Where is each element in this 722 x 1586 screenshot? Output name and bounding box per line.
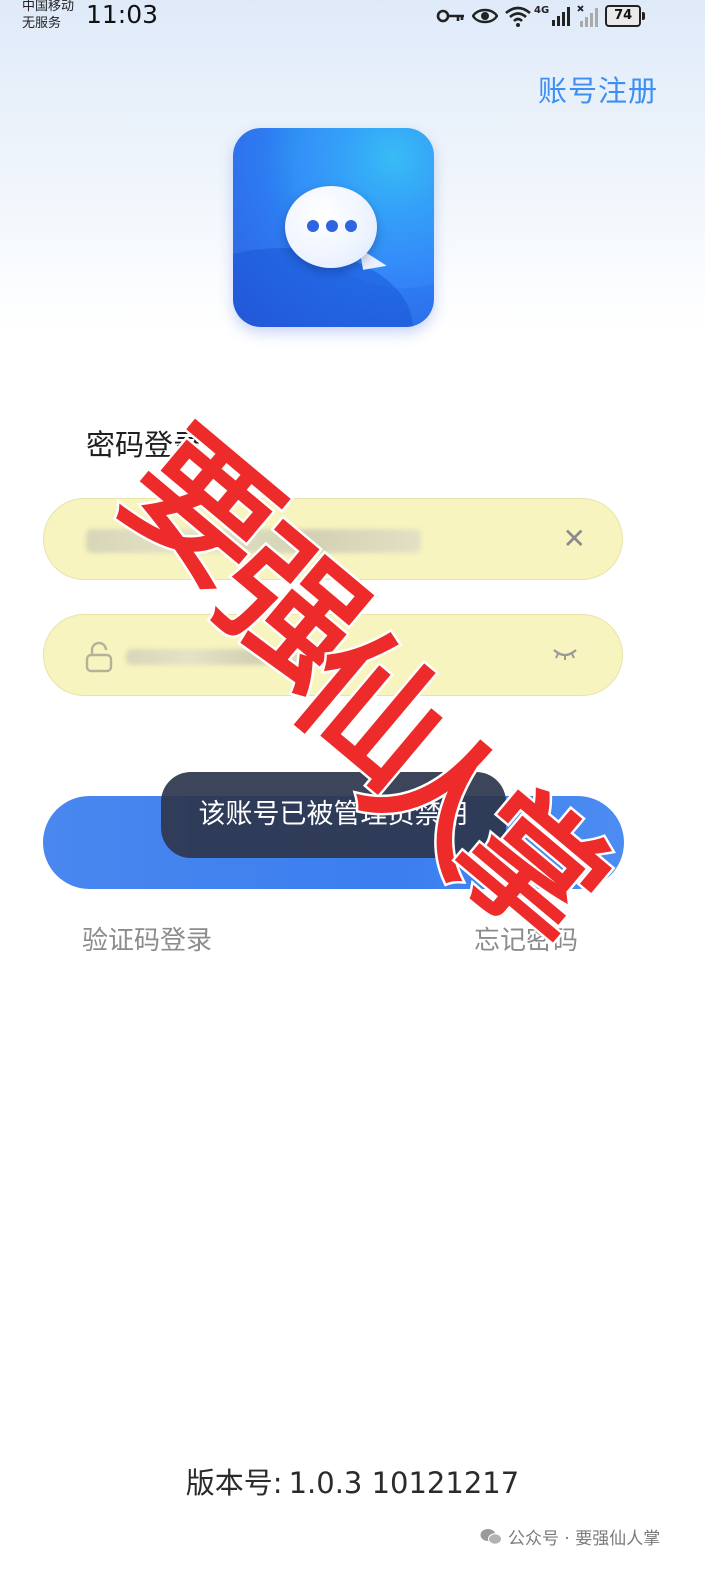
version-info: 版本号: 1.0.3 10121217: [0, 1460, 705, 1502]
status-bar: 中国移动 无服务 11:03 4G 74: [0, 0, 705, 40]
register-link[interactable]: 账号注册: [538, 68, 658, 110]
app-logo: [233, 128, 434, 327]
service-status: 无服务: [22, 16, 62, 31]
lock-icon: [85, 641, 113, 673]
wechat-credit: 公众号 · 要强仙人掌: [480, 1524, 660, 1549]
key-icon: [436, 9, 464, 23]
network-type: 4G: [534, 4, 550, 16]
version-number: 1.0.3 10121217: [288, 1466, 520, 1500]
sms-code-login-link[interactable]: 验证码登录: [82, 920, 212, 957]
status-time: 11:03: [86, 0, 159, 29]
wechat-icon: [480, 1528, 502, 1545]
signal-icon: [577, 5, 599, 27]
clear-icon[interactable]: ✕: [563, 521, 586, 557]
battery-icon: 74: [605, 5, 646, 27]
carrier-info: 中国移动 无服务: [22, 0, 74, 32]
version-label: 版本号:: [185, 1466, 283, 1500]
carrier-name: 中国移动: [22, 0, 75, 14]
eye-icon: [472, 8, 498, 24]
right-edge: [705, 0, 722, 1586]
signal-icon: [552, 7, 571, 26]
chat-bubble-icon: [285, 186, 377, 268]
wifi-icon: [505, 6, 531, 27]
credit-text: 公众号 · 要强仙人掌: [508, 1529, 661, 1549]
hide-password-icon[interactable]: [552, 645, 578, 665]
status-icons: 4G 74: [436, 3, 646, 29]
login-screen: 中国移动 无服务 11:03 4G 74 账号注册 密码登录 ✕ 该账号已被管理…: [0, 0, 705, 1586]
